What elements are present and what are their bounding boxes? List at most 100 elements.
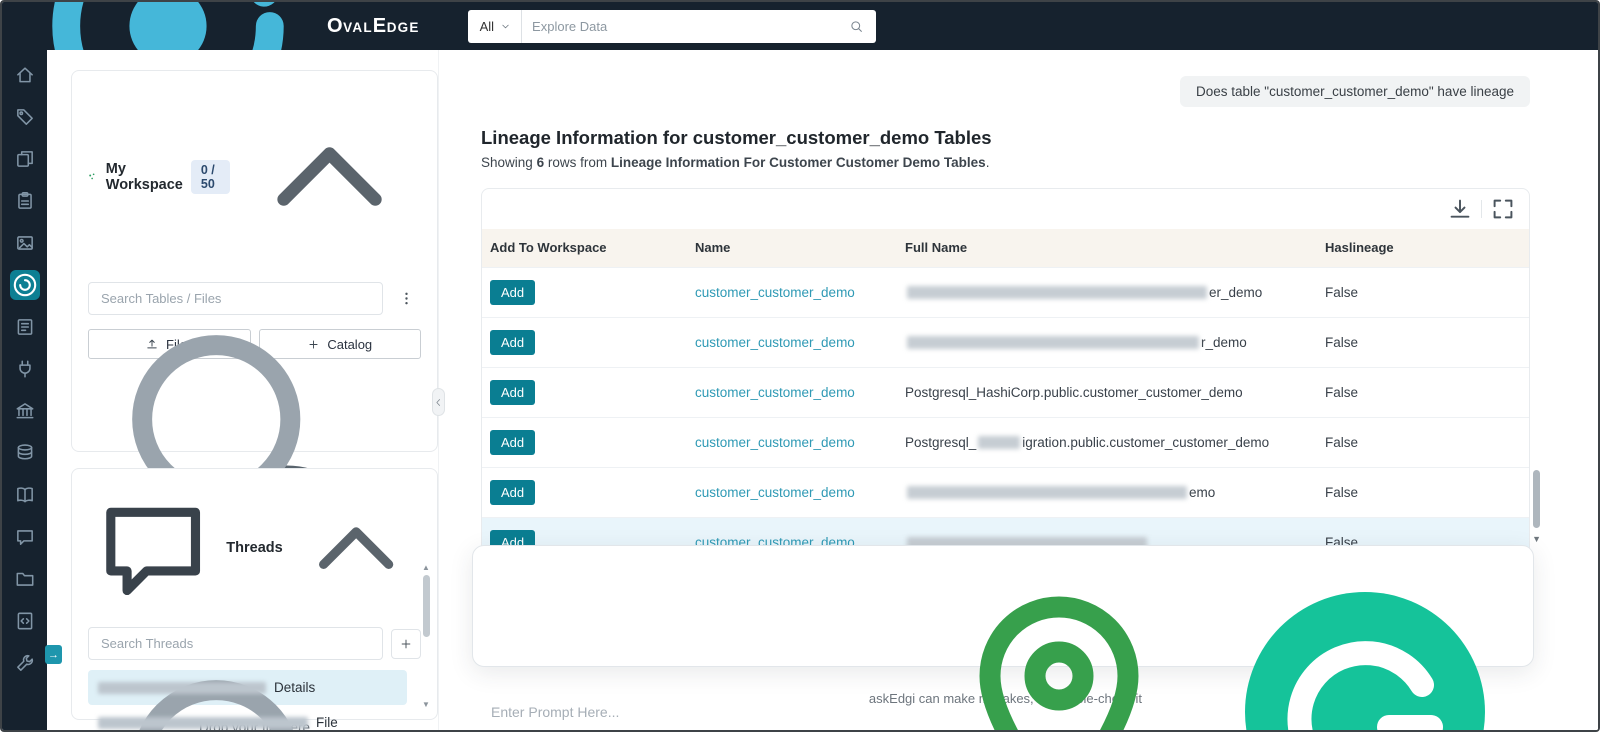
threads-scrollbar-thumb[interactable]	[422, 575, 430, 637]
redacted-text	[98, 716, 308, 729]
download-icon	[1446, 195, 1474, 223]
redacted-text	[907, 486, 1187, 500]
prompt-input[interactable]	[491, 704, 901, 720]
table-row: Add customer_customer_demo Postgresql_ igra…	[482, 416, 1529, 467]
prompt-extensions	[909, 562, 1515, 730]
threads-scrollbar[interactable]: ▲ ▼	[420, 563, 432, 709]
table-row: Add customer_customer_demo r_demo False	[482, 316, 1529, 367]
scroll-up-icon[interactable]: ▲	[422, 563, 430, 572]
caret-down-icon	[500, 21, 511, 32]
add-to-workspace-button[interactable]: Add	[490, 479, 536, 505]
chevron-left-icon	[433, 397, 444, 408]
user-question-chip: Does table "customer_customer_demo" have…	[1179, 76, 1530, 107]
threads-header: Threads	[88, 483, 421, 613]
rail-institution-icon[interactable]	[14, 400, 36, 422]
table-name-link[interactable]: customer_customer_demo	[695, 385, 855, 400]
scroll-down-icon[interactable]: ▼	[1532, 534, 1541, 544]
expand-rail-button[interactable]: →	[45, 645, 62, 664]
workspace-menu-button[interactable]	[391, 283, 421, 314]
collapse-threads-icon[interactable]	[291, 483, 421, 613]
fullscreen-icon	[1489, 195, 1517, 223]
rail-askedgi-icon[interactable]	[9, 270, 40, 300]
collapse-panel-handle[interactable]	[432, 388, 445, 416]
app-body: → My Workspace 0 / 50 Search Tables / Fi…	[2, 50, 1598, 730]
topbar: O VAL E DGE All	[2, 2, 1598, 142]
rail-collaboration-icon[interactable]	[14, 526, 36, 548]
new-thread-button[interactable]	[391, 628, 421, 659]
rail-glossary-icon[interactable]	[14, 484, 36, 506]
threads-icon	[88, 483, 218, 613]
workspace-search	[88, 282, 383, 537]
haslineage-cell: False	[1317, 316, 1529, 367]
threads-card: Threads DetailsFileFileThird Party Jars …	[71, 468, 438, 730]
table-body: Add customer_customer_demo er_demo False Add…	[482, 266, 1529, 567]
haslineage-cell: False	[1317, 466, 1529, 517]
download-button[interactable]	[1446, 196, 1474, 222]
collapse-workspace-icon[interactable]	[238, 85, 421, 268]
column-header: Full Name	[897, 229, 1317, 267]
rail-tags-icon[interactable]	[14, 106, 36, 128]
table-name-link[interactable]: customer_customer_demo	[695, 285, 855, 300]
full-name-cell: er_demo	[897, 266, 1317, 317]
full-name-cell: Postgresql_HashiCorp.public.customer_cus…	[897, 366, 1317, 417]
add-to-workspace-button[interactable]: Add	[490, 329, 536, 355]
table-name-link[interactable]: customer_customer_demo	[695, 435, 855, 450]
app-window: OVALEDGE All → My Workspace 0 / 50	[0, 0, 1600, 732]
brand-name: O VAL E DGE	[327, 14, 420, 37]
scroll-down-icon[interactable]: ▼	[422, 700, 430, 709]
rail-governance-icon[interactable]	[14, 316, 36, 338]
rail-projects-icon[interactable]	[14, 568, 36, 590]
haslineage-cell: False	[1317, 416, 1529, 467]
full-name-cell: emo	[897, 466, 1317, 517]
main-scrollbar-thumb[interactable]	[1533, 470, 1540, 528]
search-icon	[849, 19, 864, 34]
add-to-workspace-button[interactable]: Add	[490, 429, 536, 455]
result-title: Lineage Information for customer_custome…	[481, 127, 992, 148]
add-to-workspace-button[interactable]: Add	[490, 279, 536, 305]
rail-admin-tools-icon[interactable]	[14, 652, 36, 674]
pin-extension-icon[interactable]	[909, 562, 1209, 730]
rail-query-sheet-icon[interactable]	[14, 610, 36, 632]
results-table: Add To Workspace Name Full Name Haslineage …	[482, 229, 1529, 567]
workspace-count-badge: 0 / 50	[190, 159, 230, 194]
redacted-text	[978, 436, 1021, 450]
table-name-link[interactable]: customer_customer_demo	[695, 335, 855, 350]
table-row: Add customer_customer_demo emo False	[482, 466, 1529, 517]
workspace-card: My Workspace 0 / 50 Files	[71, 70, 438, 730]
table-row: Add customer_customer_demo Postgresql_Hash…	[482, 366, 1529, 417]
redacted-text	[907, 286, 1207, 300]
haslineage-cell: False	[1317, 366, 1529, 417]
left-panel: My Workspace 0 / 50 Files	[47, 50, 439, 730]
left-rail	[2, 50, 47, 730]
rail-clipboard-icon[interactable]	[14, 190, 36, 212]
table-row: Add customer_customer_demo er_demo False	[482, 266, 1529, 317]
chat-main: Does table "customer_customer_demo" have…	[432, 50, 1598, 730]
expand-table-button[interactable]	[1489, 196, 1517, 222]
add-to-workspace-button[interactable]: Add	[490, 379, 536, 405]
plus-icon	[399, 637, 413, 651]
rail-home-icon[interactable]	[14, 64, 36, 86]
rail-catalog-icon[interactable]	[14, 148, 36, 170]
result-subtitle: Showing 6 rows from Lineage Information …	[481, 155, 990, 170]
global-search-input[interactable]	[522, 18, 849, 34]
rail-data-quality-icon[interactable]	[14, 442, 36, 464]
column-header: Haslineage	[1317, 229, 1529, 267]
threads-search	[88, 627, 383, 730]
table-header-row: Add To Workspace Name Full Name Haslineage	[482, 229, 1529, 267]
grammarly-extension-icon[interactable]	[1215, 562, 1515, 730]
search-scope-value: All	[479, 18, 495, 34]
redacted-text	[98, 681, 266, 694]
results-table-card: Add To Workspace Name Full Name Haslineage …	[481, 188, 1530, 568]
table-toolbar	[482, 189, 1529, 229]
haslineage-cell: False	[1317, 266, 1529, 317]
full-name-cell: r_demo	[897, 316, 1317, 367]
column-header: Add To Workspace	[482, 229, 687, 267]
threads-title: Threads	[226, 540, 283, 557]
workspace-header: My Workspace 0 / 50	[88, 85, 421, 268]
search-scope-dropdown[interactable]: All	[468, 9, 523, 43]
rail-media-icon[interactable]	[14, 232, 36, 254]
rail-integrations-icon[interactable]	[14, 358, 36, 380]
table-name-link[interactable]: customer_customer_demo	[695, 485, 855, 500]
full-name-cell: Postgresql_ igration.public.customer_cust…	[897, 416, 1317, 467]
toolbar-divider	[1481, 200, 1482, 218]
